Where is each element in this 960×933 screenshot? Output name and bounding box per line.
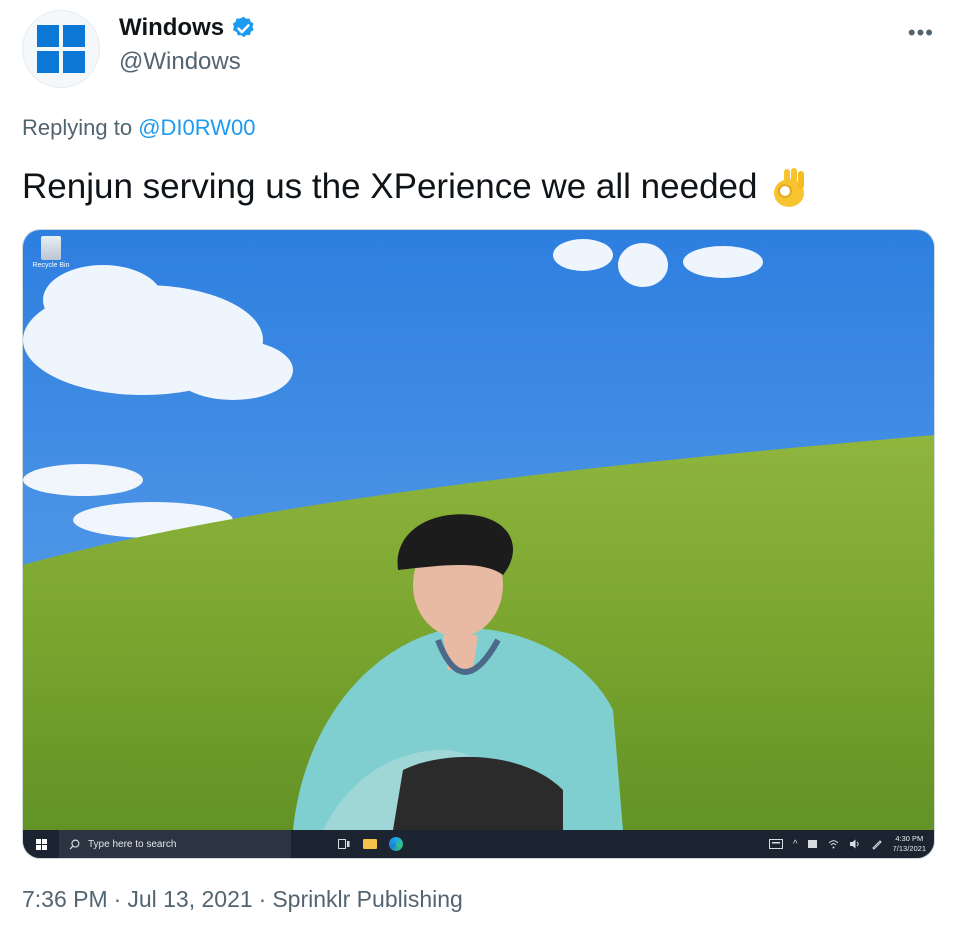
author-handle[interactable]: @Windows bbox=[119, 48, 241, 76]
reply-prefix: Replying to bbox=[22, 115, 139, 140]
recycle-bin-label: Recycle Bin bbox=[32, 262, 70, 269]
windows-start-icon bbox=[35, 838, 47, 850]
taskbar-search-box[interactable]: Type here to search bbox=[59, 830, 291, 858]
edge-browser-icon[interactable] bbox=[383, 830, 409, 858]
recycle-bin-icon bbox=[41, 236, 61, 260]
tweet-body: Renjun serving us the XPerience we all n… bbox=[22, 167, 758, 206]
windows-taskbar: Type here to search ^ 4:30 PM 7/13/2021 bbox=[23, 830, 934, 858]
more-options-button[interactable]: ••• bbox=[908, 20, 934, 46]
windows-logo-icon bbox=[37, 25, 85, 73]
taskbar-date: 7/13/2021 bbox=[892, 844, 926, 853]
tray-overflow-chevron-icon[interactable]: ^ bbox=[793, 839, 798, 850]
tweet-text: Renjun serving us the XPerience we all n… bbox=[22, 165, 809, 209]
battery-icon[interactable] bbox=[807, 840, 818, 848]
system-tray: ^ 4:30 PM 7/13/2021 bbox=[768, 834, 934, 854]
ok-hand-emoji-icon bbox=[774, 168, 805, 207]
taskbar-clock[interactable]: 4:30 PM 7/13/2021 bbox=[893, 834, 926, 854]
author-display-name[interactable]: Windows bbox=[119, 14, 224, 42]
wifi-icon[interactable] bbox=[828, 839, 839, 849]
meta-separator: · bbox=[258, 886, 267, 912]
taskbar-time: 4:30 PM bbox=[895, 834, 924, 843]
reply-context: Replying to @DI0RW00 bbox=[22, 115, 255, 141]
tweet-metadata: 7:36 PM · Jul 13, 2021 · Sprinklr Publishing bbox=[22, 886, 463, 913]
search-icon bbox=[69, 839, 80, 850]
task-view-icon[interactable] bbox=[331, 830, 357, 858]
tweet-media-image[interactable]: Recycle Bin Type here to search ^ 4:30 P bbox=[22, 229, 935, 859]
photo-hillside-scene bbox=[23, 230, 934, 858]
keyboard-icon[interactable] bbox=[768, 839, 783, 849]
start-button[interactable] bbox=[23, 830, 59, 858]
tweet-time[interactable]: 7:36 PM bbox=[22, 886, 108, 912]
file-explorer-icon[interactable] bbox=[357, 830, 383, 858]
reply-mention-link[interactable]: @DI0RW00 bbox=[138, 115, 255, 140]
search-placeholder: Type here to search bbox=[88, 838, 177, 850]
pen-icon[interactable] bbox=[871, 838, 883, 850]
volume-icon[interactable] bbox=[849, 839, 861, 849]
tweet-source[interactable]: Sprinklr Publishing bbox=[272, 886, 462, 912]
meta-separator: · bbox=[113, 886, 122, 912]
avatar[interactable] bbox=[22, 10, 100, 88]
tweet-date[interactable]: Jul 13, 2021 bbox=[127, 886, 252, 912]
recycle-bin-desktop-icon[interactable]: Recycle Bin bbox=[31, 236, 71, 269]
author-name-row[interactable]: Windows bbox=[119, 14, 257, 42]
verified-badge-icon bbox=[232, 16, 254, 37]
